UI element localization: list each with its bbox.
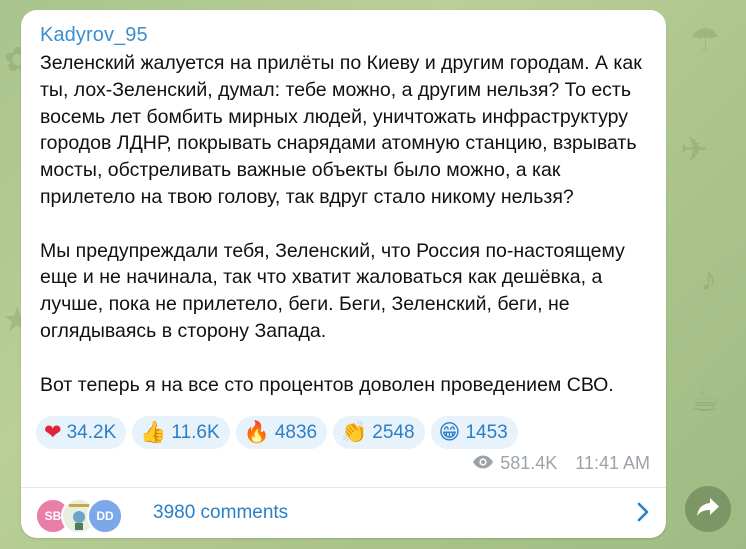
eye-icon [472,453,494,474]
reaction-count: 2548 [372,421,415,443]
reaction-count: 1453 [465,421,508,443]
comments-button[interactable]: SB DD 3980 comments [21,488,666,538]
chevron-right-icon [636,501,650,528]
reaction-clap[interactable]: 👏 2548 [333,416,425,449]
reaction-heart[interactable]: ❤ 34.2K [36,416,127,449]
reactions-bar: ❤ 34.2K 👍 11.6K 🔥 4836 👏 2548 😁 1453 [36,416,518,449]
reaction-thumbs-up[interactable]: 👍 11.6K [132,416,230,449]
background-doodle: ✈ [680,131,709,169]
reaction-count: 11.6K [171,421,220,443]
reaction-grin[interactable]: 😁 1453 [430,416,518,449]
reaction-fire[interactable]: 🔥 4836 [235,416,328,449]
avatar: DD [87,498,123,534]
message-card: Kadyrov_95 Зеленский жалуется на прилёты… [21,10,666,538]
message-time: 11:41 AM [575,453,650,473]
red-heart-icon: ❤ [44,420,62,444]
message-meta: 581.4K 11:41 AM [472,453,650,474]
channel-name[interactable]: Kadyrov_95 [40,24,148,47]
message-paragraph: Вот теперь я на все сто процентов доволе… [40,373,614,396]
background-doodle: ♪ [700,260,717,298]
clapping-hands-icon: 👏 [341,420,368,444]
message-text: Зеленский жалуется на прилёты по Киеву и… [40,50,656,398]
message-paragraph: Зеленский жалуется на прилёты по Киеву и… [40,52,642,208]
share-button[interactable] [685,486,731,532]
fire-icon: 🔥 [243,420,270,444]
comments-count-label: 3980 comments [153,502,289,523]
background-doodle: ☕ [690,381,721,419]
background-doodle: ☂ [690,21,721,59]
share-arrow-icon [696,497,720,522]
message-paragraph: Мы предупреждали тебя, Зеленский, что Ро… [40,239,625,342]
reaction-count: 4836 [274,421,318,443]
reaction-count: 34.2K [66,421,117,443]
grinning-face-icon: 😁 [438,420,461,444]
thumbs-up-icon: 👍 [140,420,167,444]
views-count: 581.4K [500,453,558,473]
commenter-avatars: SB DD [35,495,145,534]
